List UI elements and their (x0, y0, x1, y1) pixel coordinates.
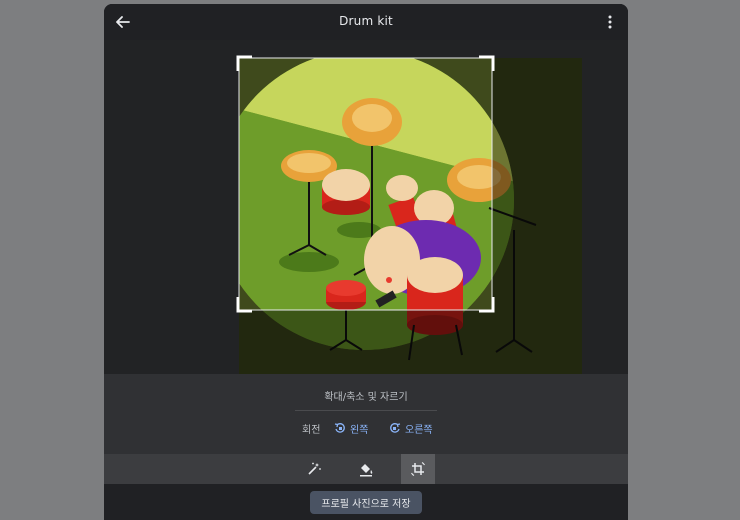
drum-kit-image (236, 55, 582, 374)
crop-canvas (104, 40, 628, 374)
rotate-row: 회전 왼쪽 오른쪽 (104, 420, 628, 436)
editor-header: Drum kit (104, 4, 628, 40)
crop-controls-panel: 확대/축소 및 자르기 회전 왼쪽 오른쪽 (104, 374, 628, 454)
rotate-right-button[interactable]: 오른쪽 (389, 420, 433, 436)
photo-editor-dialog: Drum kit 확대/축소 및 자르기 회전 왼쪽 오른쪽 프로필 사진으로 … (104, 4, 628, 520)
rotate-left-icon (334, 423, 345, 433)
fill-tool-button[interactable] (349, 454, 383, 484)
rotate-label: 회전 (302, 425, 321, 436)
editor-toolbar (104, 454, 628, 484)
rotate-right-label: 오른쪽 (405, 424, 433, 436)
rotate-left-button[interactable]: 왼쪽 (334, 420, 368, 436)
more-options-button[interactable] (602, 12, 618, 32)
crop-rotate-icon (411, 462, 425, 476)
paint-bucket-icon (360, 464, 373, 477)
effects-tool-button[interactable] (297, 454, 331, 484)
rotate-left-label: 왼쪽 (350, 424, 369, 436)
divider (295, 410, 437, 411)
crop-rotate-tool-button[interactable] (401, 454, 435, 484)
more-vert-icon (608, 15, 612, 29)
save-profile-photo-button[interactable]: 프로필 사진으로 저장 (310, 491, 422, 514)
page-title: Drum kit (339, 14, 393, 28)
editor-footer: 프로필 사진으로 저장 (104, 484, 628, 520)
rotate-right-icon (390, 423, 401, 433)
zoom-crop-label: 확대/축소 및 자르기 (324, 392, 408, 403)
magic-wand-icon (308, 462, 321, 475)
